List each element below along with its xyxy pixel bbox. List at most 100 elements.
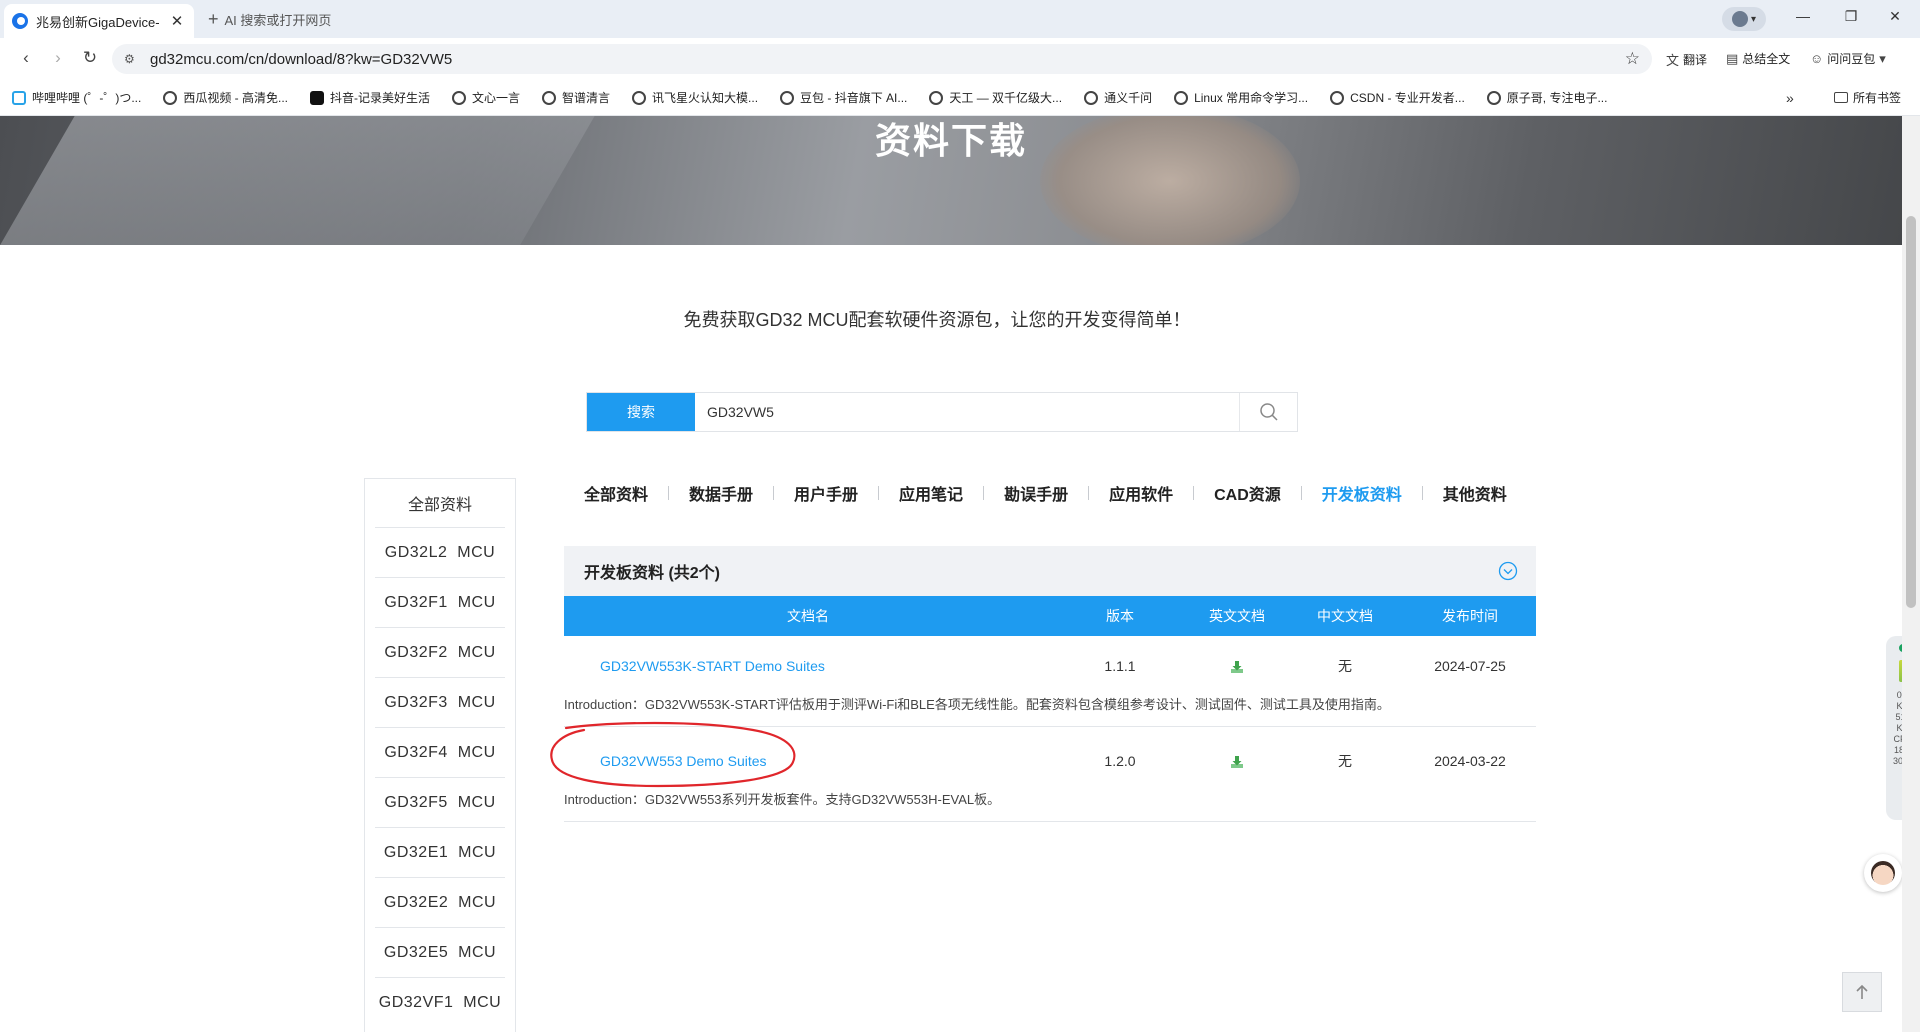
tab-divider [1088, 486, 1090, 500]
sidebar-item[interactable]: GD32E2 MCU [375, 877, 505, 927]
site-info-icon[interactable]: ⚙ [124, 52, 138, 66]
doc-date: 2024-03-22 [1434, 753, 1506, 769]
sidebar-header[interactable]: 全部资料 [365, 479, 515, 527]
tab-user-manual[interactable]: 用户手册 [794, 481, 858, 505]
all-bookmarks-button[interactable]: 所有书签 [1834, 89, 1901, 106]
tab-app-notes[interactable]: 应用笔记 [899, 481, 963, 505]
restore-icon[interactable]: ❐ [1841, 8, 1861, 25]
bookmark-item[interactable]: 原子哥, 专注电子... [1486, 89, 1608, 106]
back-to-top-button[interactable] [1842, 972, 1882, 1012]
globe-icon [1330, 90, 1345, 105]
tab-datasheet[interactable]: 数据手册 [689, 481, 753, 505]
tab-divider [878, 486, 880, 500]
sidebar-item[interactable]: GD32F3 MCU [375, 677, 505, 727]
bilibili-icon [12, 90, 26, 105]
avatar-icon [1871, 861, 1895, 885]
globe-icon [1084, 90, 1099, 105]
bookmark-item[interactable]: Linux 常用命令学习... [1174, 89, 1308, 106]
reload-icon[interactable]: ↻ [80, 48, 100, 68]
site-favicon-icon [12, 13, 28, 29]
bookmark-item[interactable]: 通义千问 [1084, 89, 1152, 106]
bookmark-item[interactable]: 文心一言 [452, 89, 520, 106]
chinese-doc-status: 无 [1338, 753, 1352, 769]
tab-other[interactable]: 其他资料 [1443, 481, 1507, 505]
sidebar-item[interactable]: GD32VF1 MCU [375, 977, 505, 1027]
doc-date: 2024-07-25 [1434, 658, 1506, 674]
col-english-doc: 英文文档 [1209, 608, 1265, 624]
download-icon[interactable] [1230, 755, 1244, 769]
search-submit-button[interactable] [1239, 393, 1297, 431]
bookmark-item[interactable]: 哔哩哔哩 (゜-゜)つ... [12, 89, 141, 106]
bookmark-item[interactable]: 讯飞星火认知大模... [632, 89, 758, 106]
scrollbar-thumb[interactable] [1906, 216, 1916, 608]
bookmark-item[interactable]: 抖音-记录美好生活 [310, 89, 430, 106]
globe-icon [163, 90, 178, 105]
col-version: 版本 [1106, 608, 1134, 624]
sidebar-item[interactable]: GD32F4 MCU [375, 727, 505, 777]
doc-link[interactable]: GD32VW553 Demo Suites [600, 753, 767, 769]
bookmark-item[interactable]: 智谱清言 [542, 89, 610, 106]
page-title: 资料下载 [874, 120, 1027, 161]
bookmark-label: Linux 常用命令学习... [1194, 91, 1309, 105]
bookmark-label: 原子哥, 专注电子... [1506, 91, 1608, 105]
back-icon[interactable]: ‹ [16, 48, 36, 68]
sidebar-item[interactable]: GD32F2 MCU [375, 627, 505, 677]
active-tab[interactable]: 兆易创新GigaDevice- ✕ [4, 4, 194, 38]
tab-divider [983, 486, 985, 500]
results-panel: 开发板资料 (共2个) 文档名 版本 英文文档 中文文档 发布时间 GD32VW… [564, 546, 1536, 822]
doc-link[interactable]: GD32VW553K-START Demo Suites [600, 658, 825, 674]
doc-intro: Introduction：GD32VW553K-START评估板用于测评Wi-F… [564, 697, 1390, 712]
doc-intro: Introduction：GD32VW553系列开发板套件。支持GD32VW55… [564, 792, 1001, 807]
sidebar-item[interactable]: GD32L2 MCU [375, 527, 505, 577]
bookmark-star-icon[interactable]: ☆ [1625, 49, 1640, 69]
summarize-button[interactable]: ▤ 总结全文 [1726, 50, 1790, 67]
minimize-icon[interactable]: — [1793, 8, 1813, 24]
tab-errata[interactable]: 勘误手册 [1004, 481, 1068, 505]
sidebar-item[interactable]: GD32F5 MCU [375, 777, 505, 827]
translate-button[interactable]: 文 翻译 [1666, 50, 1707, 69]
table-row: GD32VW553 Demo Suites 1.2.0 无 2024-03-22… [564, 727, 1536, 822]
sidebar-item[interactable]: GD32E1 MCU [375, 827, 505, 877]
summarize-label: 总结全文 [1742, 52, 1791, 66]
summary-icon: ▤ [1726, 50, 1739, 66]
search-icon [1259, 403, 1278, 421]
more-bookmarks-icon[interactable]: » [1786, 90, 1794, 106]
sidebar-item[interactable]: GD32E5 MCU [375, 927, 505, 977]
search-input[interactable] [695, 393, 1239, 431]
page-scrollbar[interactable] [1902, 116, 1920, 1032]
forward-icon[interactable]: › [48, 48, 68, 68]
doc-version: 1.1.1 [1104, 658, 1136, 674]
col-name: 文档名 [787, 608, 829, 624]
tab-all-docs[interactable]: 全部资料 [584, 481, 648, 505]
url-text: gd32mcu.com/cn/download/8?kw=GD32VW5 [150, 50, 453, 68]
panel-header[interactable]: 开发板资料 (共2个) [564, 546, 1536, 596]
doubao-icon: ☺ [1810, 51, 1824, 66]
profile-button[interactable]: ▾ [1722, 7, 1766, 31]
window-close-icon[interactable]: ✕ [1885, 8, 1905, 25]
bookmark-label: 讯飞星火认知大模... [652, 91, 759, 105]
assistant-avatar-button[interactable] [1864, 854, 1902, 892]
close-tab-icon[interactable]: ✕ [168, 12, 186, 30]
sidebar-item[interactable]: GD32F1 MCU [375, 577, 505, 627]
search-bar: 搜索 [586, 392, 1298, 432]
collapse-chevron-icon[interactable] [1498, 561, 1518, 581]
tab-software[interactable]: 应用软件 [1109, 481, 1173, 505]
bookmark-label: 豆包 - 抖音旗下 AI... [800, 91, 908, 105]
col-chinese-doc: 中文文档 [1317, 608, 1373, 624]
ask-doubao-button[interactable]: ☺ 问问豆包 ▾ [1810, 50, 1886, 67]
tab-cad[interactable]: CAD资源 [1214, 481, 1281, 505]
bookmark-label: 智谱清言 [562, 91, 611, 105]
bookmark-item[interactable]: 天工 — 双千亿级大... [929, 89, 1062, 106]
translate-label: 翻译 [1683, 53, 1708, 67]
bookmark-item[interactable]: CSDN - 专业开发者... [1330, 89, 1465, 106]
new-tab-button[interactable]: + AI 搜索或打开网页 [208, 9, 331, 30]
bookmark-item[interactable]: 西瓜视频 - 高清免... [163, 89, 288, 106]
tab-divider [668, 486, 670, 500]
url-field[interactable]: ⚙ gd32mcu.com/cn/download/8?kw=GD32VW5 ☆ [112, 44, 1652, 74]
tab-dev-board[interactable]: 开发板资料 [1322, 481, 1402, 505]
bookmark-item[interactable]: 豆包 - 抖音旗下 AI... [780, 89, 907, 106]
tab-divider [773, 486, 775, 500]
profile-avatar [1731, 11, 1748, 27]
download-icon[interactable] [1230, 660, 1244, 674]
search-button[interactable]: 搜索 [587, 393, 695, 431]
